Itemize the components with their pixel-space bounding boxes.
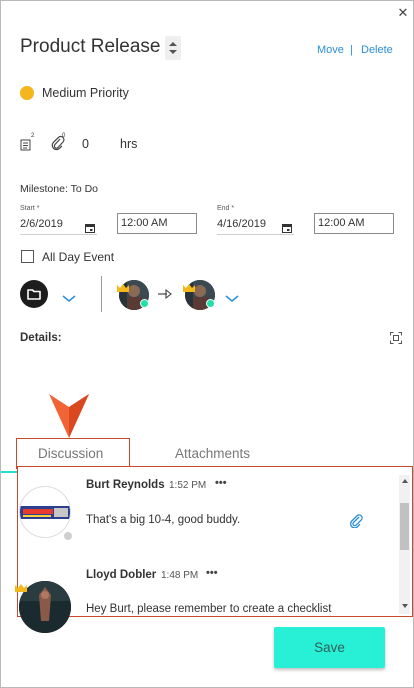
chevron-down-icon[interactable] <box>62 290 76 302</box>
paperclip-icon[interactable] <box>349 514 364 529</box>
start-time-value: 12:00 AM <box>121 217 168 229</box>
all-day-checkbox[interactable] <box>21 250 34 263</box>
task-title[interactable]: Product Release <box>20 36 160 58</box>
start-date-value: 2/6/2019 <box>20 218 63 230</box>
paperclip-icon[interactable]: 0 <box>51 133 66 151</box>
title-spinner-icon[interactable] <box>165 36 181 60</box>
priority-dot-icon[interactable] <box>20 86 34 100</box>
online-status-icon <box>140 299 149 308</box>
calendar-icon[interactable] <box>282 220 292 233</box>
folder-button[interactable] <box>20 280 48 308</box>
comment-time: 1:48 PM <box>161 570 199 581</box>
crown-icon <box>15 579 27 592</box>
offline-status-icon <box>63 531 73 541</box>
start-time-input[interactable]: 12:00 AM <box>117 213 197 234</box>
scroll-up-icon[interactable] <box>402 479 408 483</box>
end-time-value: 12:00 AM <box>318 217 365 229</box>
comment-avatar[interactable] <box>19 486 71 538</box>
end-time-input[interactable]: 12:00 AM <box>314 213 394 234</box>
comment-text: That's a big 10-4, good buddy. <box>86 514 241 526</box>
move-link[interactable]: Move <box>317 44 344 56</box>
crown-icon <box>183 279 195 292</box>
folder-icon <box>27 289 41 300</box>
calendar-icon[interactable] <box>85 220 95 233</box>
crown-icon <box>117 279 129 292</box>
all-day-label[interactable]: All Day Event <box>42 250 114 264</box>
tab-discussion-label[interactable]: Discussion <box>38 446 103 461</box>
more-icon[interactable]: ••• <box>215 477 227 489</box>
comment-author[interactable]: Lloyd Dobler <box>86 569 156 581</box>
scroll-down-icon[interactable] <box>402 604 408 608</box>
divider <box>101 276 102 312</box>
attachments-count: 0 <box>62 133 66 139</box>
link-separator: | <box>350 44 353 56</box>
pointer-arrow-icon <box>48 393 90 439</box>
notes-count: 2 <box>31 133 35 139</box>
notes-icon[interactable]: 2 <box>20 133 34 151</box>
arrow-right-icon <box>158 286 172 300</box>
tab-attachments[interactable]: Attachments <box>175 446 250 461</box>
hours-unit: hrs <box>120 137 138 151</box>
end-label: End * <box>217 205 235 212</box>
comment-author[interactable]: Burt Reynolds <box>86 479 165 491</box>
close-icon[interactable]: ✕ <box>395 5 411 21</box>
online-status-icon <box>206 299 215 308</box>
delete-link[interactable]: Delete <box>361 44 393 56</box>
hours-value[interactable]: 0 <box>82 137 89 151</box>
milestone-label[interactable]: Milestone: To Do <box>20 183 98 195</box>
expand-icon[interactable] <box>390 331 402 344</box>
details-label: Details: <box>20 332 62 344</box>
comment-text: Hey Burt, please remember to create a ch… <box>86 603 332 615</box>
save-button[interactable]: Save <box>274 627 385 668</box>
end-date-value: 4/16/2019 <box>217 218 266 230</box>
priority-label[interactable]: Medium Priority <box>42 86 129 100</box>
scrollbar-thumb[interactable] <box>400 503 409 550</box>
task-dialog: ✕ Product Release Move | Delete Medium P… <box>0 0 414 688</box>
chevron-down-icon[interactable] <box>225 290 239 302</box>
start-label: Start * <box>20 205 40 212</box>
more-icon[interactable]: ••• <box>206 567 218 579</box>
comment-time: 1:52 PM <box>169 480 207 491</box>
